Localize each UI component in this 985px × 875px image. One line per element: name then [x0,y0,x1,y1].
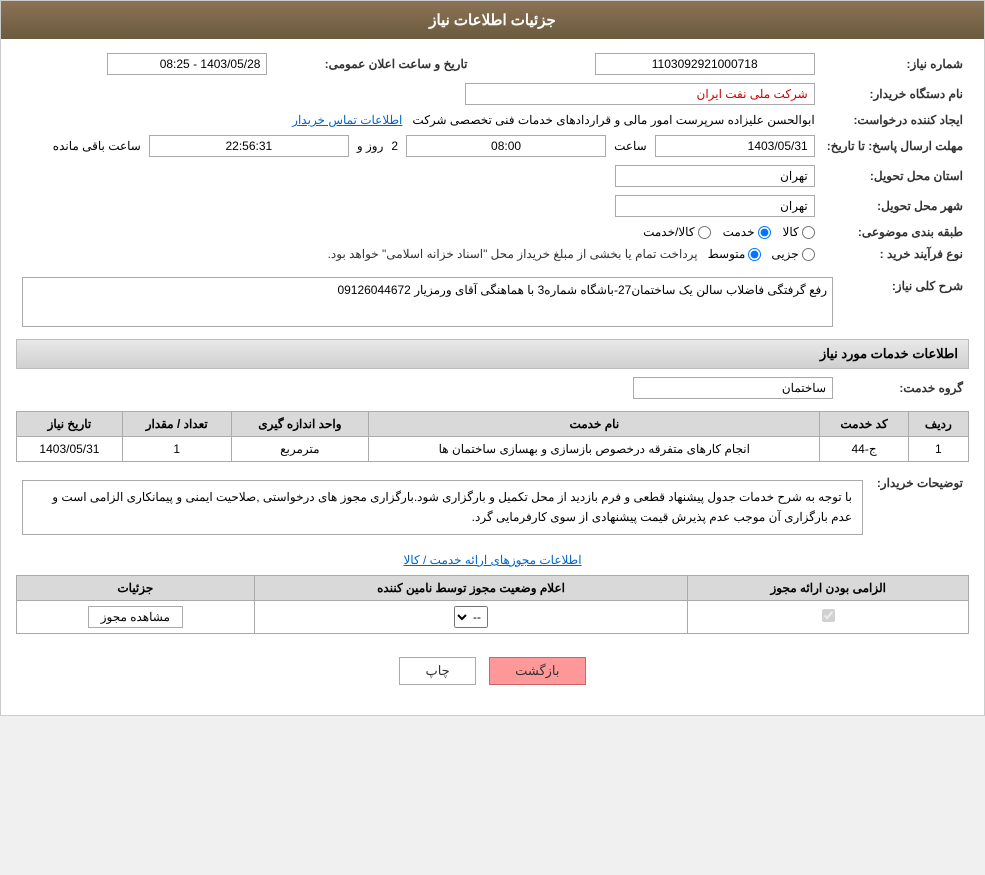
main-content: شماره نیاز: 1103092921000718 تاریخ و ساع… [1,39,984,715]
license-section-title[interactable]: اطلاعات مجوزهای ارائه خدمت / کالا [403,553,581,567]
table-row: 1 ج-44 انجام کارهای متفرقه درخصوص بازساز… [17,437,969,462]
service-group-table: گروه خدمت: ساختمان [16,373,969,403]
procedure-motavasset-label[interactable]: متوسط [708,247,762,261]
buyer-note-value: با توجه به شرح خدمات جدول پیشنهاد قطعی و… [22,480,863,535]
remaining-label: ساعت باقی مانده [53,139,141,153]
need-number-label: شماره نیاز: [821,49,969,79]
page-title: جزئیات اطلاعات نیاز [429,12,556,29]
procedure-label: نوع فرآیند خرید : [821,243,969,265]
creator-contact-link[interactable]: اطلاعات تماس خریدار [292,113,402,127]
city-label: شهر محل تحویل: [821,191,969,221]
service-info-title: اطلاعات خدمات مورد نیاز [16,339,969,369]
category-khedmat-label[interactable]: خدمت [723,225,771,239]
days-label: روز و [357,139,384,153]
license-required-check [688,600,969,633]
need-desc-table: شرح کلی نیاز: رفع گرفتگی فاضلاب سالن یک … [16,273,969,331]
row-date: 1403/05/31 [17,437,123,462]
license-checkbox [822,609,835,622]
procedure-jozii-label[interactable]: جزیی [771,247,814,261]
col-name: نام خدمت [369,412,820,437]
license-row: -- مشاهده مجوز [17,600,969,633]
category-kala-radio[interactable] [802,226,815,239]
creator-value: ابوالحسن علیزاده سرپرست امور مالی و قرار… [412,113,814,127]
province-value: تهران [615,165,815,187]
service-group-value: ساختمان [633,377,833,399]
procedure-motavasset-text: متوسط [708,247,746,261]
category-both-label[interactable]: کالا/خدمت [643,225,710,239]
service-table: ردیف کد خدمت نام خدمت واحد اندازه گیری ت… [16,411,969,462]
category-kala-label[interactable]: کالا [783,225,815,239]
need-desc-label: شرح کلی نیاز: [839,273,969,331]
deadline-time-value: 08:00 [406,135,606,157]
service-group-label: گروه خدمت: [839,373,969,403]
license-col-status: اعلام وضعیت مجوز توسط نامین کننده [254,575,688,600]
time-label: ساعت [614,139,647,153]
license-col-required: الزامی بودن ارائه مجوز [688,575,969,600]
buyer-note-label: توضیحات خریدار: [869,470,969,545]
bottom-buttons: بازگشت چاپ [16,642,969,705]
need-desc-value: رفع گرفتگی فاضلاب سالن یک ساختمان27-باشگ… [22,277,833,327]
days-value: 2 [391,139,398,153]
requester-org-label: نام دستگاه خریدار: [821,79,969,109]
procedure-jozii-text: جزیی [771,247,798,261]
page-wrapper: جزئیات اطلاعات نیاز شماره نیاز: 11030929… [0,0,985,716]
row-unit: مترمربع [231,437,369,462]
print-button[interactable]: چاپ [399,657,475,685]
col-qty: تعداد / مقدار [122,412,231,437]
deadline-date-value: 1403/05/31 [655,135,815,157]
col-code: کد خدمت [820,412,908,437]
pub-datetime-value: 1403/05/28 - 08:25 [107,53,267,75]
row-service-name: انجام کارهای متفرقه درخصوص بازسازی و بهس… [369,437,820,462]
col-date: تاریخ نیاز [17,412,123,437]
info-table: شماره نیاز: 1103092921000718 تاریخ و ساع… [16,49,969,265]
row-quantity: 1 [122,437,231,462]
procedure-jozii-radio[interactable] [802,248,815,261]
col-unit: واحد اندازه گیری [231,412,369,437]
category-khedmat-text: خدمت [723,225,755,239]
category-khedmat-radio[interactable] [758,226,771,239]
category-kala-text: کالا [783,225,799,239]
procedure-motavasset-radio[interactable] [748,248,761,261]
view-license-button[interactable]: مشاهده مجوز [88,606,183,628]
col-row: ردیف [908,412,968,437]
license-status-select[interactable]: -- [454,606,488,628]
province-label: استان محل تحویل: [821,161,969,191]
buyer-note-table: توضیحات خریدار: با توجه به شرح خدمات جدو… [16,470,969,545]
page-header: جزئیات اطلاعات نیاز [1,1,984,39]
city-value: تهران [615,195,815,217]
pub-datetime-label: تاریخ و ساعت اعلان عمومی: [273,49,473,79]
category-label: طبقه بندی موضوعی: [821,221,969,243]
license-table: الزامی بودن ارائه مجوز اعلام وضعیت مجوز … [16,575,969,634]
back-button[interactable]: بازگشت [489,657,585,685]
response-deadline-label: مهلت ارسال پاسخ: تا تاریخ: [821,131,969,161]
category-both-radio[interactable] [698,226,711,239]
license-col-details: جزئیات [17,575,255,600]
creator-label: ایجاد کننده درخواست: [821,109,969,131]
row-code: ج-44 [820,437,908,462]
category-both-text: کالا/خدمت [643,225,694,239]
need-number-value: 1103092921000718 [595,53,815,75]
row-number: 1 [908,437,968,462]
procedure-note: پرداخت تمام یا بخشی از مبلغ خریداز محل "… [328,247,698,261]
remaining-time-value: 22:56:31 [149,135,349,157]
requester-org-value: شرکت ملی نفت ایران [465,83,815,105]
